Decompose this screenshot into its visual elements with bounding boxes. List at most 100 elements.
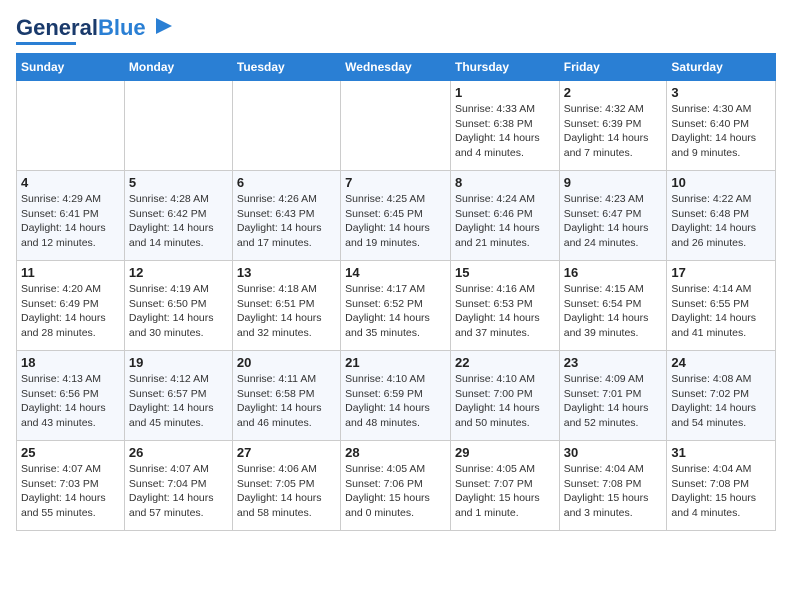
page-header: GeneralBlue xyxy=(16,16,776,45)
day-info: Sunrise: 4:13 AM Sunset: 6:56 PM Dayligh… xyxy=(21,372,120,431)
calendar-cell: 30 Sunrise: 4:04 AM Sunset: 7:08 PM Dayli… xyxy=(559,441,667,531)
day-info: Sunrise: 4:33 AM Sunset: 6:38 PM Dayligh… xyxy=(455,102,555,161)
day-info: Sunrise: 4:04 AM Sunset: 7:08 PM Dayligh… xyxy=(671,462,771,521)
day-info: Sunrise: 4:16 AM Sunset: 6:53 PM Dayligh… xyxy=(455,282,555,341)
day-number: 7 xyxy=(345,175,446,190)
calendar-cell: 25 Sunrise: 4:07 AM Sunset: 7:03 PM Dayli… xyxy=(17,441,125,531)
day-number: 22 xyxy=(455,355,555,370)
day-info: Sunrise: 4:24 AM Sunset: 6:46 PM Dayligh… xyxy=(455,192,555,251)
day-number: 20 xyxy=(237,355,336,370)
day-number: 16 xyxy=(564,265,663,280)
day-info: Sunrise: 4:05 AM Sunset: 7:06 PM Dayligh… xyxy=(345,462,446,521)
calendar-cell: 23 Sunrise: 4:09 AM Sunset: 7:01 PM Dayli… xyxy=(559,351,667,441)
day-number: 27 xyxy=(237,445,336,460)
calendar-week-4: 18 Sunrise: 4:13 AM Sunset: 6:56 PM Dayli… xyxy=(17,351,776,441)
day-number: 25 xyxy=(21,445,120,460)
day-info: Sunrise: 4:25 AM Sunset: 6:45 PM Dayligh… xyxy=(345,192,446,251)
day-number: 14 xyxy=(345,265,446,280)
calendar-cell: 17 Sunrise: 4:14 AM Sunset: 6:55 PM Dayli… xyxy=(667,261,776,351)
calendar-cell: 1 Sunrise: 4:33 AM Sunset: 6:38 PM Daylig… xyxy=(450,81,559,171)
calendar-cell: 14 Sunrise: 4:17 AM Sunset: 6:52 PM Dayli… xyxy=(341,261,451,351)
day-number: 15 xyxy=(455,265,555,280)
weekday-header-row: SundayMondayTuesdayWednesdayThursdayFrid… xyxy=(17,54,776,81)
calendar-week-5: 25 Sunrise: 4:07 AM Sunset: 7:03 PM Dayli… xyxy=(17,441,776,531)
calendar-cell xyxy=(124,81,232,171)
logo-icon xyxy=(148,12,176,40)
day-number: 23 xyxy=(564,355,663,370)
day-number: 18 xyxy=(21,355,120,370)
calendar-week-1: 1 Sunrise: 4:33 AM Sunset: 6:38 PM Daylig… xyxy=(17,81,776,171)
calendar-cell: 5 Sunrise: 4:28 AM Sunset: 6:42 PM Daylig… xyxy=(124,171,232,261)
day-number: 26 xyxy=(129,445,228,460)
calendar-cell: 22 Sunrise: 4:10 AM Sunset: 7:00 PM Dayli… xyxy=(450,351,559,441)
logo-text: GeneralBlue xyxy=(16,17,146,39)
day-info: Sunrise: 4:11 AM Sunset: 6:58 PM Dayligh… xyxy=(237,372,336,431)
day-info: Sunrise: 4:04 AM Sunset: 7:08 PM Dayligh… xyxy=(564,462,663,521)
calendar-week-3: 11 Sunrise: 4:20 AM Sunset: 6:49 PM Dayli… xyxy=(17,261,776,351)
calendar-cell: 13Sunrise: 4:18 AM Sunset: 6:51 PM Dayli… xyxy=(232,261,340,351)
day-info: Sunrise: 4:10 AM Sunset: 6:59 PM Dayligh… xyxy=(345,372,446,431)
day-info: Sunrise: 4:08 AM Sunset: 7:02 PM Dayligh… xyxy=(671,372,771,431)
day-info: Sunrise: 4:10 AM Sunset: 7:00 PM Dayligh… xyxy=(455,372,555,431)
day-info: Sunrise: 4:20 AM Sunset: 6:49 PM Dayligh… xyxy=(21,282,120,341)
calendar-cell: 26Sunrise: 4:07 AM Sunset: 7:04 PM Dayli… xyxy=(124,441,232,531)
calendar-body: 1 Sunrise: 4:33 AM Sunset: 6:38 PM Daylig… xyxy=(17,81,776,531)
day-number: 24 xyxy=(671,355,771,370)
calendar-cell: 7 Sunrise: 4:25 AM Sunset: 6:45 PM Daylig… xyxy=(341,171,451,261)
calendar-cell: 16Sunrise: 4:15 AM Sunset: 6:54 PM Dayli… xyxy=(559,261,667,351)
day-info: Sunrise: 4:07 AM Sunset: 7:03 PM Dayligh… xyxy=(21,462,120,521)
calendar-cell xyxy=(17,81,125,171)
day-number: 9 xyxy=(564,175,663,190)
day-info: Sunrise: 4:14 AM Sunset: 6:55 PM Dayligh… xyxy=(671,282,771,341)
weekday-thursday: Thursday xyxy=(450,54,559,81)
weekday-sunday: Sunday xyxy=(17,54,125,81)
calendar-cell: 11 Sunrise: 4:20 AM Sunset: 6:49 PM Dayli… xyxy=(17,261,125,351)
calendar-cell: 12 Sunrise: 4:19 AM Sunset: 6:50 PM Dayli… xyxy=(124,261,232,351)
day-number: 3 xyxy=(671,85,771,100)
logo-underline xyxy=(16,42,76,45)
day-info: Sunrise: 4:12 AM Sunset: 6:57 PM Dayligh… xyxy=(129,372,228,431)
calendar-cell: 18 Sunrise: 4:13 AM Sunset: 6:56 PM Dayli… xyxy=(17,351,125,441)
calendar-cell: 6 Sunrise: 4:26 AM Sunset: 6:43 PM Daylig… xyxy=(232,171,340,261)
calendar-cell: 27 Sunrise: 4:06 AM Sunset: 7:05 PM Dayli… xyxy=(232,441,340,531)
calendar-cell: 28 Sunrise: 4:05 AM Sunset: 7:06 PM Dayli… xyxy=(341,441,451,531)
day-info: Sunrise: 4:06 AM Sunset: 7:05 PM Dayligh… xyxy=(237,462,336,521)
day-info: Sunrise: 4:19 AM Sunset: 6:50 PM Dayligh… xyxy=(129,282,228,341)
day-info: Sunrise: 4:05 AM Sunset: 7:07 PM Dayligh… xyxy=(455,462,555,521)
day-info: Sunrise: 4:17 AM Sunset: 6:52 PM Dayligh… xyxy=(345,282,446,341)
day-number: 28 xyxy=(345,445,446,460)
calendar-cell: 3 Sunrise: 4:30 AM Sunset: 6:40 PM Daylig… xyxy=(667,81,776,171)
calendar-cell: 9Sunrise: 4:23 AM Sunset: 6:47 PM Daylig… xyxy=(559,171,667,261)
calendar-cell: 24 Sunrise: 4:08 AM Sunset: 7:02 PM Dayli… xyxy=(667,351,776,441)
weekday-friday: Friday xyxy=(559,54,667,81)
day-info: Sunrise: 4:22 AM Sunset: 6:48 PM Dayligh… xyxy=(671,192,771,251)
calendar-cell: 20 Sunrise: 4:11 AM Sunset: 6:58 PM Dayli… xyxy=(232,351,340,441)
day-number: 5 xyxy=(129,175,228,190)
calendar-cell: 8 Sunrise: 4:24 AM Sunset: 6:46 PM Daylig… xyxy=(450,171,559,261)
day-number: 4 xyxy=(21,175,120,190)
calendar-cell: 31Sunrise: 4:04 AM Sunset: 7:08 PM Dayli… xyxy=(667,441,776,531)
weekday-wednesday: Wednesday xyxy=(341,54,451,81)
day-info: Sunrise: 4:29 AM Sunset: 6:41 PM Dayligh… xyxy=(21,192,120,251)
weekday-tuesday: Tuesday xyxy=(232,54,340,81)
day-number: 30 xyxy=(564,445,663,460)
day-number: 21 xyxy=(345,355,446,370)
calendar-cell xyxy=(232,81,340,171)
day-info: Sunrise: 4:30 AM Sunset: 6:40 PM Dayligh… xyxy=(671,102,771,161)
day-number: 11 xyxy=(21,265,120,280)
day-number: 2 xyxy=(564,85,663,100)
day-number: 12 xyxy=(129,265,228,280)
day-info: Sunrise: 4:26 AM Sunset: 6:43 PM Dayligh… xyxy=(237,192,336,251)
day-info: Sunrise: 4:28 AM Sunset: 6:42 PM Dayligh… xyxy=(129,192,228,251)
day-number: 6 xyxy=(237,175,336,190)
day-number: 8 xyxy=(455,175,555,190)
day-number: 1 xyxy=(455,85,555,100)
calendar-cell: 4 Sunrise: 4:29 AM Sunset: 6:41 PM Daylig… xyxy=(17,171,125,261)
day-info: Sunrise: 4:09 AM Sunset: 7:01 PM Dayligh… xyxy=(564,372,663,431)
day-info: Sunrise: 4:18 AM Sunset: 6:51 PM Dayligh… xyxy=(237,282,336,341)
day-info: Sunrise: 4:32 AM Sunset: 6:39 PM Dayligh… xyxy=(564,102,663,161)
calendar-cell: 29 Sunrise: 4:05 AM Sunset: 7:07 PM Dayli… xyxy=(450,441,559,531)
day-number: 29 xyxy=(455,445,555,460)
day-number: 17 xyxy=(671,265,771,280)
calendar-table: SundayMondayTuesdayWednesdayThursdayFrid… xyxy=(16,53,776,531)
